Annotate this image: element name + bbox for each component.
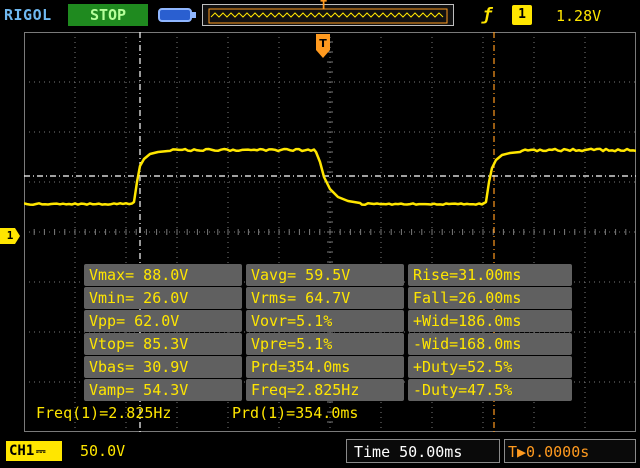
trigger-marker-text: T: [319, 37, 327, 50]
memory-trigger-marker: T: [320, 0, 327, 12]
timebase-readout: Time 50.00ms: [354, 443, 462, 461]
measurement-cell: Vpre=5.1%: [246, 333, 404, 355]
measurement-cell: Vmax= 88.0V: [84, 264, 242, 286]
measurement-cell: Vtop= 85.3V: [84, 333, 242, 355]
measurement-cell: Vovr=5.1%: [246, 310, 404, 332]
measurement-cell: -Duty=47.5%: [408, 379, 572, 401]
trigger-delay-readout: T▶0.0000s: [508, 443, 589, 461]
measurement-row: Vmin= 26.0V Vrms= 64.7V Fall=26.00ms: [84, 287, 572, 309]
measurement-row: Vbas= 30.9V Prd=354.0ms +Duty=52.5%: [84, 356, 572, 378]
frequency-readout: Freq(1)=2.825Hz: [36, 404, 171, 422]
measurement-cell: +Duty=52.5%: [408, 356, 572, 378]
measurement-cell: Vbas= 30.9V: [84, 356, 242, 378]
measurement-row: Vmax= 88.0V Vavg= 59.5V Rise=31.00ms: [84, 264, 572, 286]
dc-coupling-icon: ⎓: [36, 444, 46, 459]
memory-trace-preview: [211, 13, 443, 17]
measurement-cell: Vrms= 64.7V: [246, 287, 404, 309]
measurement-cell: Vamp= 54.3V: [84, 379, 242, 401]
memory-window[interactable]: [202, 4, 454, 26]
measurement-cell: Freq=2.825Hz: [246, 379, 404, 401]
measurement-cell: Vmin= 26.0V: [84, 287, 242, 309]
brand-logo: RIGOL: [4, 6, 52, 24]
measurement-cell: -Wid=168.0ms: [408, 333, 572, 355]
measurement-cell: Prd=354.0ms: [246, 356, 404, 378]
trigger-arrow-icon: T: [314, 34, 332, 60]
measurement-row: Vamp= 54.3V Freq=2.825Hz -Duty=47.5%: [84, 379, 572, 401]
battery-cap-icon: [192, 12, 196, 18]
rising-edge-icon: ƒ: [482, 5, 492, 25]
measurement-cell: Vavg= 59.5V: [246, 264, 404, 286]
measurement-cell: Vpp= 62.0V: [84, 310, 242, 332]
measurement-cell: Rise=31.00ms: [408, 264, 572, 286]
measurement-row: Vtop= 85.3V Vpre=5.1% -Wid=168.0ms: [84, 333, 572, 355]
channel-name: CH1: [9, 443, 34, 459]
trigger-position-marker[interactable]: T: [314, 34, 332, 64]
memory-waveform-preview: [203, 5, 455, 27]
ch1-label[interactable]: CH1: [6, 441, 62, 461]
trigger-source-badge[interactable]: 1: [512, 5, 532, 25]
measurement-row: Vpp= 62.0V Vovr=5.1% +Wid=186.0ms: [84, 310, 572, 332]
measurement-cell: Fall=26.00ms: [408, 287, 572, 309]
trigger-level: 1.28V: [556, 7, 601, 25]
measurement-cell: +Wid=186.0ms: [408, 310, 572, 332]
run-state-label: STOP: [68, 6, 148, 24]
vertical-scale: 50.0V: [80, 442, 125, 460]
ch1-offset-marker[interactable]: 1: [0, 228, 20, 244]
battery-icon: [158, 8, 192, 22]
period-readout: Prd(1)=354.0ms: [232, 404, 358, 422]
